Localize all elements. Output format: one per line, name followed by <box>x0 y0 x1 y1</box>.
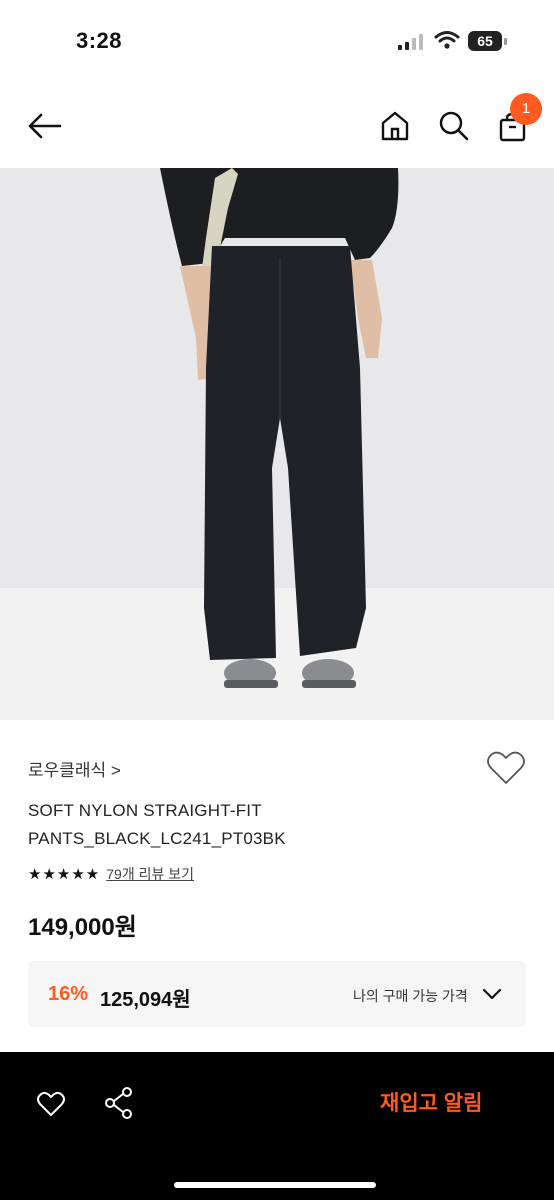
product-name: SOFT NYLON STRAIGHT-FIT PANTS_BLACK_LC24… <box>28 801 286 848</box>
cart-count-badge[interactable]: 1 <box>510 93 542 125</box>
restock-alert-button[interactable]: 재입고 알림 <box>380 1087 482 1117</box>
home-indicator <box>174 1182 376 1188</box>
chevron-down-icon[interactable] <box>482 987 502 1001</box>
brand-link[interactable]: 로우클래식 > <box>28 756 121 781</box>
discount-rate: 16% <box>48 983 89 1005</box>
back-arrow-icon[interactable] <box>27 112 63 140</box>
battery-level: 65 <box>468 31 502 51</box>
signal-icon <box>398 34 423 50</box>
wifi-icon <box>434 31 460 49</box>
battery-icon: 65 <box>468 31 508 51</box>
search-icon[interactable] <box>438 110 470 142</box>
buy-price-label: 나의 구매 가능 가격 <box>353 988 468 1004</box>
reviews-link[interactable]: 79개 리뷰 보기 <box>106 864 194 884</box>
rating-row: ★★★★★ 79개 리뷰 보기 <box>28 864 194 884</box>
product-photo <box>0 168 554 720</box>
discount-price: 125,094원 <box>100 989 191 1011</box>
heart-icon[interactable] <box>486 750 526 786</box>
status-bar: 3:28 65 <box>0 0 554 84</box>
product-image[interactable] <box>0 168 554 720</box>
home-icon[interactable] <box>380 110 410 142</box>
product-price: 149,000원 <box>28 914 137 941</box>
status-time: 3:28 <box>76 28 123 53</box>
top-navigation <box>0 84 554 168</box>
heart-icon[interactable] <box>36 1090 66 1118</box>
bottom-action-bar <box>0 1052 554 1200</box>
star-rating: ★★★★★ <box>28 866 101 883</box>
share-icon[interactable] <box>104 1086 134 1120</box>
discount-price-panel[interactable]: 16% 125,094원 나의 구매 가능 가격 <box>28 961 526 1027</box>
